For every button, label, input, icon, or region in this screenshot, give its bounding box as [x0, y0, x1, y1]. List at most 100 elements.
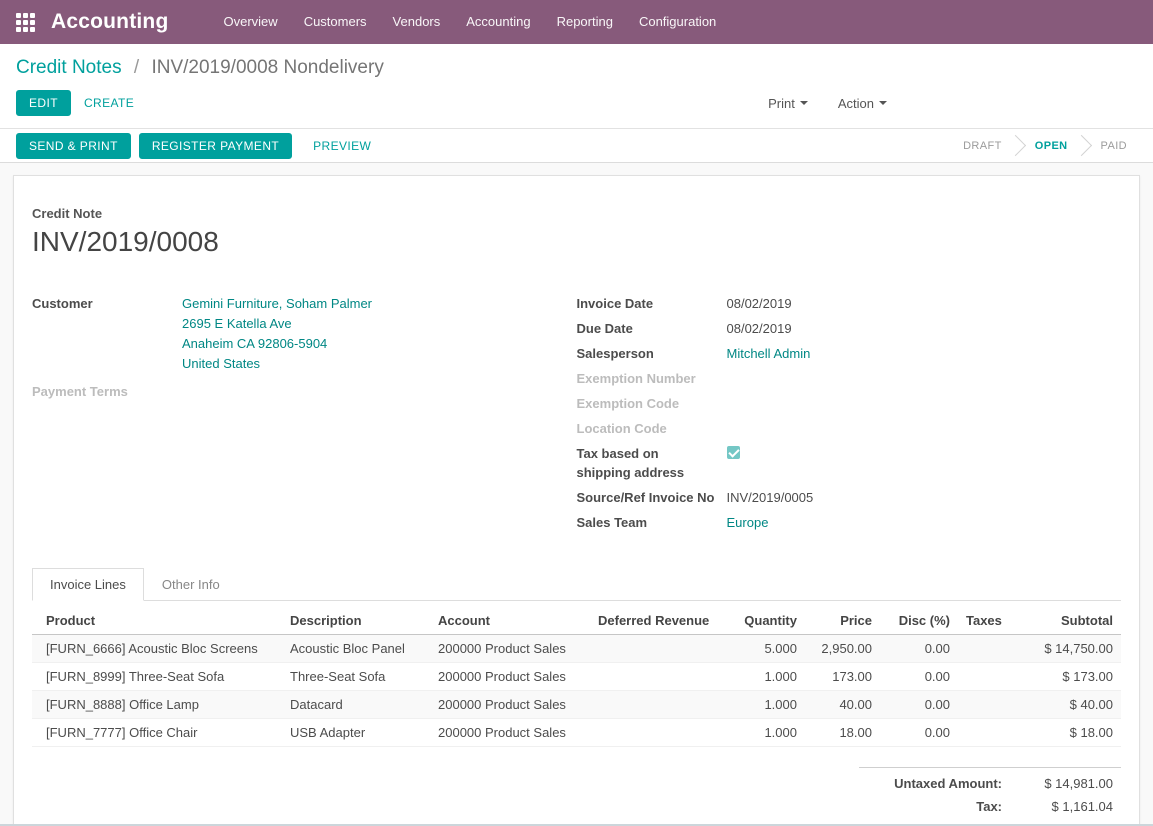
menu-item-overview[interactable]: Overview — [211, 0, 291, 44]
cell-disc: 0.00 — [880, 719, 958, 747]
document-type-label: Credit Note — [32, 206, 1121, 221]
cell-product: [FURN_7777] Office Chair — [32, 719, 282, 747]
top-navbar: Accounting Overview Customers Vendors Ac… — [0, 0, 1153, 44]
cell-quantity: 5.000 — [710, 635, 805, 663]
content-area: Credit Note INV/2019/0008 Customer Gemin… — [0, 163, 1153, 826]
chevron-right-icon — [1005, 135, 1026, 156]
customer-street-link[interactable]: 2695 E Katella Ave — [182, 314, 372, 334]
form-fields: Customer Gemini Furniture, Soham Palmer … — [32, 294, 1121, 538]
status-open[interactable]: OPEN — [1025, 140, 1078, 152]
menu-item-reporting[interactable]: Reporting — [544, 0, 626, 44]
cell-taxes — [958, 663, 1020, 691]
preview-button[interactable]: PREVIEW — [300, 133, 384, 159]
col-header-description[interactable]: Description — [282, 607, 430, 635]
source-ref-label: Source/Ref Invoice No — [577, 488, 727, 507]
print-dropdown[interactable]: Print — [768, 96, 808, 111]
tax-shipping-field: Tax based on shipping address — [577, 444, 1102, 482]
customer-city-link[interactable]: Anaheim CA 92806-5904 — [182, 334, 372, 354]
sales-team-link[interactable]: Europe — [727, 515, 769, 530]
source-ref-value: INV/2019/0005 — [727, 488, 814, 507]
menu-item-accounting[interactable]: Accounting — [453, 0, 543, 44]
exemption-number-label: Exemption Number — [577, 369, 727, 388]
status-paid[interactable]: PAID — [1091, 140, 1137, 152]
untaxed-amount-value: $ 14,981.00 — [1018, 776, 1113, 791]
salesperson-label: Salesperson — [577, 344, 727, 363]
cell-account: 200000 Product Sales — [430, 663, 590, 691]
invoice-date-field: Invoice Date 08/02/2019 — [577, 294, 1102, 313]
menu-item-vendors[interactable]: Vendors — [380, 0, 454, 44]
cell-subtotal: $ 173.00 — [1020, 663, 1121, 691]
customer-name-link[interactable]: Gemini Furniture, Soham Palmer — [182, 294, 372, 314]
cell-taxes — [958, 719, 1020, 747]
cell-product: [FURN_8999] Three-Seat Sofa — [32, 663, 282, 691]
cell-account: 200000 Product Sales — [430, 691, 590, 719]
col-header-quantity[interactable]: Quantity — [710, 607, 805, 635]
cell-subtotal: $ 18.00 — [1020, 719, 1121, 747]
customer-field: Customer Gemini Furniture, Soham Palmer … — [32, 294, 557, 374]
menu-item-customers[interactable]: Customers — [291, 0, 380, 44]
customer-address: Gemini Furniture, Soham Palmer 2695 E Ka… — [182, 294, 372, 374]
cell-deferred-revenue — [590, 691, 710, 719]
cell-product: [FURN_8888] Office Lamp — [32, 691, 282, 719]
cell-quantity: 1.000 — [710, 663, 805, 691]
action-dropdown-label: Action — [838, 96, 874, 111]
cell-price: 40.00 — [805, 691, 880, 719]
cell-description: Three-Seat Sofa — [282, 663, 430, 691]
source-ref-field: Source/Ref Invoice No INV/2019/0005 — [577, 488, 1102, 507]
statusbar: SEND & PRINT REGISTER PAYMENT PREVIEW DR… — [0, 128, 1153, 163]
totals-footer: Untaxed Amount: $ 14,981.00 Tax: $ 1,161… — [859, 767, 1121, 826]
customer-label: Customer — [32, 294, 182, 374]
cell-quantity: 1.000 — [710, 719, 805, 747]
cell-deferred-revenue — [590, 719, 710, 747]
invoice-line-row[interactable]: [FURN_6666] Acoustic Bloc Screens Acoust… — [32, 635, 1121, 663]
tab-invoice-lines[interactable]: Invoice Lines — [32, 568, 144, 601]
invoice-line-row[interactable]: [FURN_8999] Three-Seat Sofa Three-Seat S… — [32, 663, 1121, 691]
col-header-product[interactable]: Product — [32, 607, 282, 635]
col-header-disc[interactable]: Disc (%) — [880, 607, 958, 635]
edit-button[interactable]: EDIT — [16, 90, 71, 116]
col-header-account[interactable]: Account — [430, 607, 590, 635]
exemption-number-field: Exemption Number — [577, 369, 1102, 388]
invoice-line-row[interactable]: [FURN_7777] Office Chair USB Adapter 200… — [32, 719, 1121, 747]
col-header-deferred-revenue[interactable]: Deferred Revenue — [590, 607, 710, 635]
cell-disc: 0.00 — [880, 691, 958, 719]
cell-disc: 0.00 — [880, 635, 958, 663]
register-payment-button[interactable]: REGISTER PAYMENT — [139, 133, 292, 159]
create-button[interactable]: CREATE — [71, 90, 147, 116]
main-menu: Overview Customers Vendors Accounting Re… — [211, 0, 730, 44]
cell-description: Datacard — [282, 691, 430, 719]
tab-other-info[interactable]: Other Info — [144, 568, 238, 601]
untaxed-amount-row: Untaxed Amount: $ 14,981.00 — [859, 772, 1121, 795]
cell-account: 200000 Product Sales — [430, 719, 590, 747]
customer-country-link[interactable]: United States — [182, 354, 372, 374]
cell-taxes — [958, 635, 1020, 663]
breadcrumb-credit-notes[interactable]: Credit Notes — [16, 57, 122, 78]
invoice-line-row[interactable]: [FURN_8888] Office Lamp Datacard 200000 … — [32, 691, 1121, 719]
action-dropdown[interactable]: Action — [838, 96, 887, 111]
notebook-tabs: Invoice Lines Other Info — [32, 568, 1121, 601]
status-draft[interactable]: DRAFT — [953, 140, 1012, 152]
cell-disc: 0.00 — [880, 663, 958, 691]
sales-team-label: Sales Team — [577, 513, 727, 532]
caret-down-icon — [879, 101, 887, 105]
invoice-date-label: Invoice Date — [577, 294, 727, 313]
exemption-code-field: Exemption Code — [577, 394, 1102, 413]
location-code-label: Location Code — [577, 419, 727, 438]
col-header-subtotal[interactable]: Subtotal — [1020, 607, 1121, 635]
payment-terms-label: Payment Terms — [32, 382, 182, 401]
apps-grid-icon[interactable] — [16, 13, 35, 32]
send-print-button[interactable]: SEND & PRINT — [16, 133, 131, 159]
salesperson-link[interactable]: Mitchell Admin — [727, 346, 811, 361]
caret-down-icon — [800, 101, 808, 105]
status-pipeline: DRAFT OPEN PAID — [953, 138, 1137, 153]
tax-row: Tax: $ 1,161.04 — [859, 795, 1121, 818]
col-header-taxes[interactable]: Taxes — [958, 607, 1020, 635]
cell-quantity: 1.000 — [710, 691, 805, 719]
due-date-field: Due Date 08/02/2019 — [577, 319, 1102, 338]
exemption-code-label: Exemption Code — [577, 394, 727, 413]
breadcrumb-current: INV/2019/0008 Nondelivery — [151, 57, 383, 78]
document-number: INV/2019/0008 — [32, 226, 1121, 258]
col-header-price[interactable]: Price — [805, 607, 880, 635]
menu-item-configuration[interactable]: Configuration — [626, 0, 729, 44]
salesperson-field: Salesperson Mitchell Admin — [577, 344, 1102, 363]
